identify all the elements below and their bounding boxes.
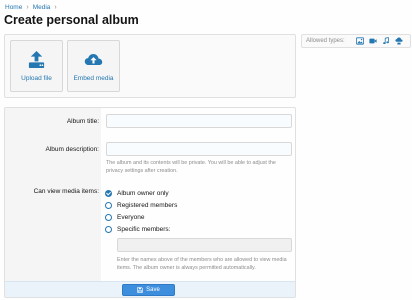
video-icon (369, 38, 377, 44)
members-hint: Enter the names above of the members who… (117, 257, 287, 271)
radio-label: Album owner only (117, 189, 169, 197)
album-title-input[interactable] (106, 114, 292, 128)
album-description-input[interactable] (106, 142, 292, 156)
cloud-upload-icon (84, 53, 103, 66)
allowed-types-icons (355, 37, 403, 45)
radio-label: Registered members (117, 201, 178, 209)
radio-unchecked-icon[interactable] (105, 213, 112, 221)
radio-registered-members[interactable]: Registered members (105, 200, 177, 210)
upload-icon (28, 50, 45, 69)
breadcrumb-home-link[interactable]: Home (5, 4, 22, 11)
album-title-label: Album title: (66, 118, 99, 125)
embed-media-button[interactable]: Embed media (67, 40, 120, 92)
chevron-right-icon: › (26, 3, 29, 11)
audio-icon (382, 37, 389, 45)
save-label: Save (146, 287, 160, 293)
description-hint: The album and its contents will be priva… (106, 160, 276, 174)
radio-checked-icon[interactable] (105, 189, 112, 197)
breadcrumb: Home › Media › (5, 2, 61, 12)
radio-unchecked-icon[interactable] (105, 225, 112, 233)
save-button[interactable]: Save (122, 284, 175, 296)
allowed-types-box: Allowed types: (301, 34, 411, 48)
album-description-label: Album description: (45, 146, 99, 153)
radio-unchecked-icon[interactable] (105, 201, 112, 209)
form-footer: Save (5, 281, 295, 297)
radio-specific-members[interactable]: Specific members: (105, 224, 170, 234)
image-icon (355, 37, 364, 45)
save-icon (137, 287, 143, 293)
upload-file-button[interactable]: Upload file (10, 40, 63, 92)
view-permission-label: Can view media items: (33, 188, 99, 195)
page-title: Create personal album (4, 13, 139, 27)
radio-everyone[interactable]: Everyone (105, 212, 144, 222)
radio-label: Everyone (117, 213, 145, 221)
radio-album-owner-only[interactable]: Album owner only (105, 188, 169, 198)
upload-file-label: Upload file (21, 75, 52, 82)
breadcrumb-media-link[interactable]: Media (33, 4, 51, 11)
chevron-right-icon: › (54, 3, 57, 11)
embed-icon (395, 37, 403, 45)
radio-label: Specific members: (117, 225, 171, 233)
upload-panel: Upload file Embed media (4, 34, 296, 98)
specific-members-input[interactable] (117, 238, 292, 252)
embed-media-label: Embed media (73, 75, 114, 82)
create-album-form: Album title: Album description: The albu… (4, 107, 296, 298)
allowed-types-label: Allowed types: (306, 38, 345, 44)
